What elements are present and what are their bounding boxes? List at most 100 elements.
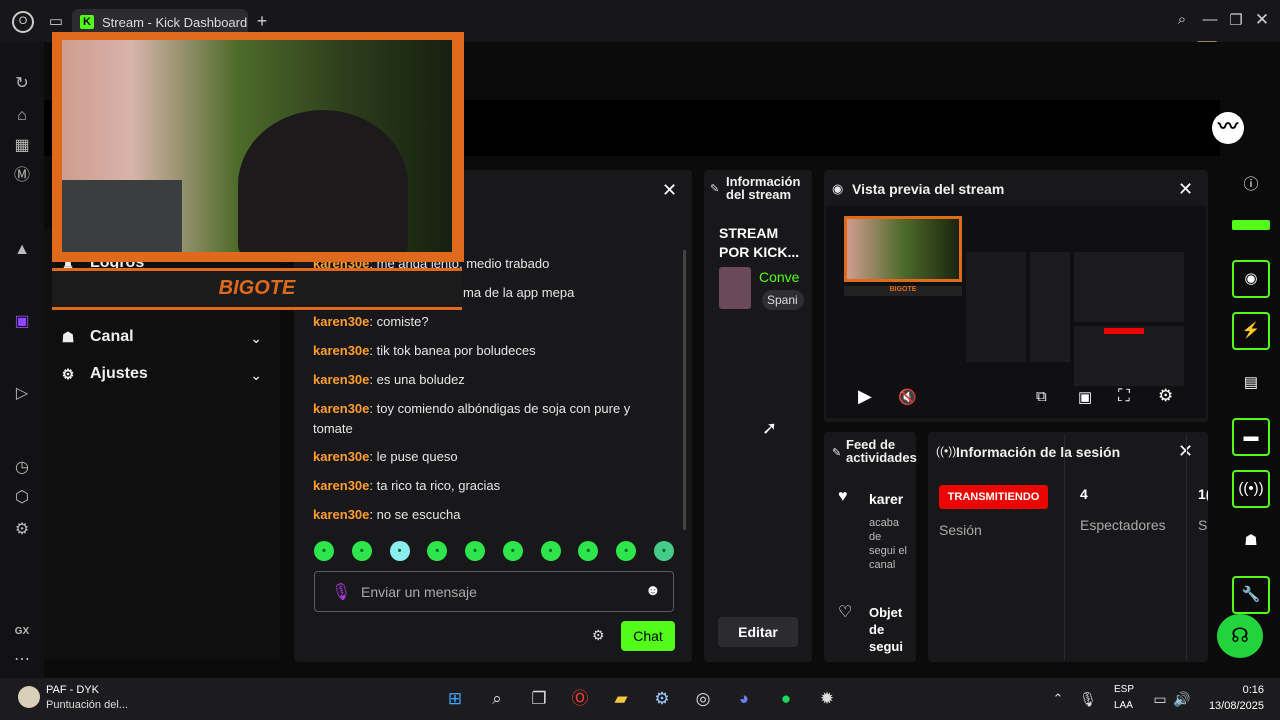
play-icon[interactable]: ▷ [10, 382, 34, 406]
chat-message: karen30e: comiste? [313, 314, 429, 329]
spotify-icon[interactable]: ● [774, 688, 798, 710]
preview-video[interactable]: BIGOTE ▶ 🔇 ⧉ ▣ ⛶ ⚙ [826, 206, 1206, 418]
settings-icon[interactable]: ✹ [815, 688, 839, 710]
more-icon[interactable]: ⋯ [10, 648, 34, 672]
chat-send-button[interactable]: Chat [621, 621, 675, 651]
language-bottom[interactable]: LAA [1114, 700, 1133, 711]
history-icon[interactable]: ◷ [10, 456, 34, 480]
viewers-value: 4 [1080, 486, 1088, 502]
tab-island-icon[interactable]: ▭ [46, 12, 66, 30]
opera-gx-icon[interactable]: Ⓞ [568, 688, 592, 710]
pin-icon[interactable]: ✎ [710, 182, 719, 195]
new-tab-button[interactable]: + [252, 11, 272, 32]
clock-date[interactable]: 13/08/2025 [1200, 700, 1264, 712]
support-headset-icon[interactable]: ☊ [1217, 614, 1263, 658]
emote-button[interactable]: • [502, 541, 523, 561]
nav-ajustes[interactable]: ⚙ Ajustes [58, 365, 148, 383]
play-icon[interactable]: ▶ [858, 386, 872, 407]
close-icon[interactable]: ✕ [1178, 179, 1193, 200]
broadcast-icon[interactable]: ((•)) [1232, 470, 1270, 508]
gaming-icon[interactable]: ▦ [10, 134, 34, 158]
chat-message: karen30e: tik tok banea por boludeces [313, 343, 536, 358]
emote-button[interactable]: • [540, 541, 561, 561]
nav-canal-label: Canal [90, 328, 134, 345]
document-icon[interactable]: ▤ [1232, 368, 1270, 398]
stream-info-title: Información del stream [726, 174, 801, 202]
task-view-icon[interactable]: ❐ [527, 688, 551, 710]
search-icon[interactable]: ⌕ [1172, 11, 1192, 28]
volume-icon[interactable]: 🔊 [1170, 688, 1194, 710]
user-avatar[interactable]: 〰 [1212, 112, 1244, 144]
microphone-icon[interactable]: 🎙 [331, 582, 351, 602]
theater-icon[interactable]: ▣ [1078, 388, 1092, 406]
refresh-icon[interactable]: ↻ [10, 72, 34, 96]
mouse-cursor-icon: ➚ [762, 418, 778, 438]
minimize-icon[interactable]: — [1200, 11, 1220, 28]
close-window-icon[interactable]: ✕ [1252, 10, 1272, 30]
feed-user[interactable]: karer [869, 491, 903, 507]
emote-button[interactable]: • [314, 541, 334, 561]
chat-scrollbar[interactable] [683, 250, 686, 530]
discord-icon[interactable]: ◕ [732, 688, 756, 710]
now-playing-title[interactable]: PAF - DYK [46, 684, 99, 696]
search-icon[interactable]: ⌕ [485, 688, 509, 710]
steam-icon[interactable]: ⚙ [650, 688, 674, 710]
wrench-icon[interactable]: 🔧 [1232, 576, 1270, 614]
settings-icon[interactable]: ⚙ [1158, 386, 1173, 406]
emote-bar: • • • • • • • • • • [314, 541, 674, 565]
file-explorer-icon[interactable]: ▰ [609, 688, 633, 710]
language-top[interactable]: ESP [1114, 684, 1134, 695]
triangle-icon[interactable]: ▲ [10, 238, 34, 262]
stream-info-panel: ✎ Información del stream STREAM POR KICK… [704, 170, 812, 662]
microphone-icon[interactable]: 🎙 [1076, 688, 1100, 710]
settings-icon[interactable]: ⚙ [10, 518, 34, 542]
lightning-icon[interactable]: ⚡ [1232, 312, 1270, 350]
twitch-icon[interactable]: ▣ [10, 310, 34, 334]
opera-icon[interactable]: O [12, 11, 34, 33]
chat-settings-icon[interactable]: ⚙ [592, 627, 605, 644]
fullscreen-icon[interactable]: ⛶ [1118, 386, 1130, 406]
windows-start-icon[interactable]: ⊞ [443, 688, 467, 710]
pin-icon[interactable]: ✎ [832, 446, 841, 459]
preview-live-badge [1104, 328, 1144, 334]
extensions-side-icon[interactable]: ⬡ [10, 486, 34, 510]
display-icon[interactable]: ▭ [1148, 688, 1172, 710]
emote-button[interactable]: • [616, 541, 637, 561]
obs-icon[interactable]: ◎ [691, 688, 715, 710]
m-icon[interactable]: Ⓜ [10, 164, 34, 188]
emote-button[interactable]: • [427, 541, 448, 561]
emote-button[interactable]: • [653, 541, 674, 561]
emote-button[interactable]: • [578, 541, 599, 561]
windows-taskbar: PAF - DYK Puntuación del... ⊞ ⌕ ❐ Ⓞ ▰ ⚙ … [0, 678, 1280, 720]
chevron-down-icon[interactable]: ⌄ [250, 330, 262, 347]
preview-info-thumb [1030, 252, 1070, 362]
chevron-up-icon[interactable]: ⌃ [1046, 688, 1070, 710]
chat-bubble-icon[interactable]: ▬ [1232, 418, 1270, 456]
now-playing-subtitle[interactable]: Puntuación del... [46, 699, 128, 711]
users-icon[interactable]: ☗ [1232, 526, 1270, 556]
webcam-overlay[interactable] [52, 32, 464, 262]
edit-button[interactable]: Editar [718, 617, 798, 647]
clock-time[interactable]: 0:16 [1204, 684, 1264, 696]
users-icon: ☗ [61, 328, 75, 345]
emote-button[interactable]: • [389, 541, 410, 561]
now-playing-art[interactable] [18, 686, 40, 708]
chevron-down-icon[interactable]: ⌄ [250, 367, 262, 384]
nav-canal[interactable]: ☗ Canal [58, 328, 134, 346]
emoji-icon[interactable]: ☻ [645, 582, 661, 599]
preview-toggle-icon[interactable]: ◉ [1232, 260, 1270, 298]
session-label: Sesión [939, 522, 982, 538]
dashboard-right-rail: ⓘ ◉ ⚡ ▤ ▬ ((•)) ☗ 🔧 [1230, 160, 1272, 660]
mute-icon[interactable]: 🔇 [898, 388, 917, 406]
heart-outline-icon: ♡ [838, 604, 853, 621]
emote-button[interactable]: • [465, 541, 486, 561]
shop-icon[interactable]: ⌂ [10, 104, 34, 128]
info-icon[interactable]: ⓘ [1232, 170, 1270, 200]
chat-message-input[interactable] [361, 582, 631, 602]
restore-icon[interactable]: ❐ [1226, 11, 1246, 29]
preview-name-bar: BIGOTE [844, 286, 962, 296]
category-name[interactable]: Conve [759, 269, 799, 285]
emote-button[interactable]: • [351, 541, 372, 561]
pip-icon[interactable]: ⧉ [1036, 388, 1047, 405]
close-icon[interactable]: ✕ [662, 180, 677, 201]
